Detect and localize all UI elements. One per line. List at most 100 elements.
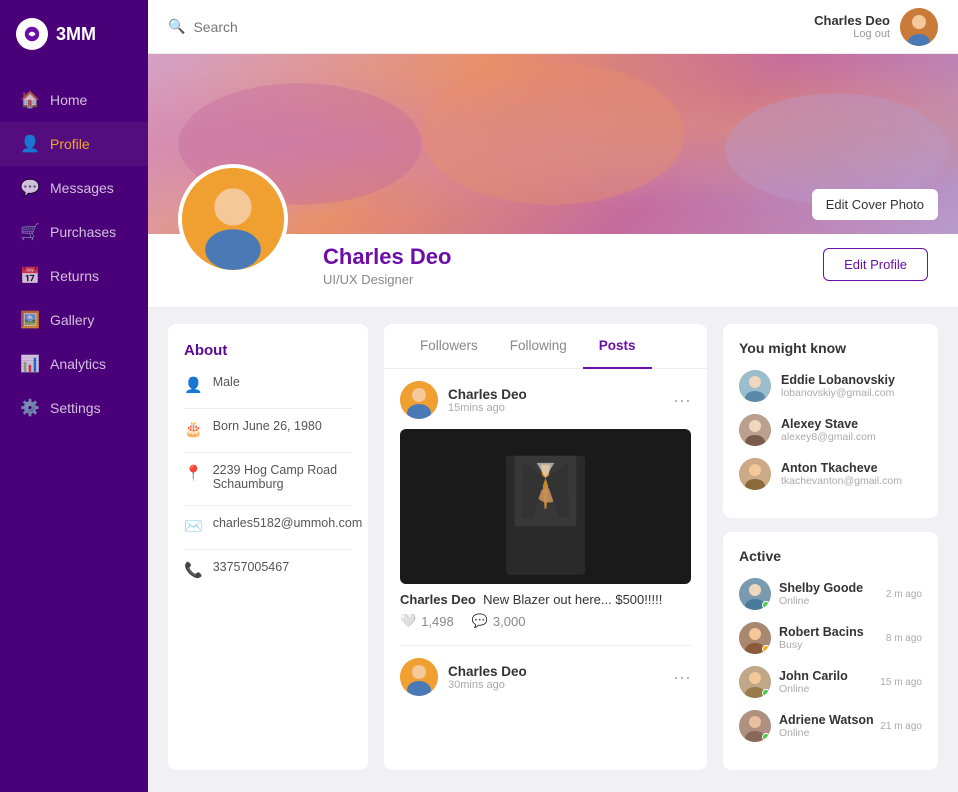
sidebar-label-purchases: Purchases [50, 224, 116, 240]
post-avatar-2 [400, 658, 438, 696]
profile-body: About 👤 Male 🎂 Born June 26, 1980 📍 2239… [148, 308, 958, 786]
sidebar-label-returns: Returns [50, 268, 99, 284]
suggest-info-2: Alexey Stave alexey8@gmail.com [781, 417, 876, 443]
you-might-know-card: You might know Eddie Lobanovskiy lobanov… [723, 324, 938, 518]
returns-icon: 📅 [20, 266, 38, 286]
active-name-1: Shelby Goode [779, 581, 863, 595]
active-status-3: Online [779, 683, 848, 695]
sidebar-item-home[interactable]: 🏠 Home [0, 78, 148, 122]
post-user-info: Charles Deo 15mins ago [400, 381, 527, 419]
about-gender-text: Male [213, 375, 240, 389]
about-gender: 👤 Male [184, 375, 352, 394]
profile-title: UI/UX Designer [323, 272, 451, 287]
edit-cover-photo-button[interactable]: Edit Cover Photo [812, 189, 938, 220]
suggest-avatar-1 [739, 370, 771, 402]
divider-3 [184, 505, 352, 506]
profile-area: Edit Cover Photo Charles Deo UI/UX Desig… [148, 54, 958, 786]
search-icon: 🔍 [168, 18, 185, 35]
suggest-name-2: Alexey Stave [781, 417, 876, 431]
suggest-email-2: alexey8@gmail.com [781, 431, 876, 443]
analytics-icon: 📊 [20, 354, 38, 374]
tab-posts[interactable]: Posts [583, 324, 652, 369]
logo-area: 3MM [0, 0, 148, 68]
post-user-info-2: Charles Deo 30mins ago [400, 658, 527, 696]
edit-profile-button[interactable]: Edit Profile [823, 248, 928, 281]
active-time-2: 8 m ago [886, 633, 922, 644]
sidebar-item-settings[interactable]: ⚙️ Settings [0, 386, 148, 430]
app-name: 3MM [56, 24, 96, 45]
active-avatar-1 [739, 578, 771, 610]
post-comments-1: 💬 3,000 [472, 613, 526, 629]
active-avatar-2 [739, 622, 771, 654]
phone-icon: 📞 [184, 561, 203, 579]
heart-icon: 🤍 [400, 613, 416, 629]
online-dot-3 [762, 689, 770, 697]
tab-followers[interactable]: Followers [404, 324, 494, 369]
sidebar-item-messages[interactable]: 💬 Messages [0, 166, 148, 210]
profile-avatar-wrap [178, 164, 288, 274]
about-title: About [184, 342, 352, 359]
active-left-4: Adriene Watson Online [739, 710, 874, 742]
sidebar-label-analytics: Analytics [50, 356, 106, 372]
profile-icon: 👤 [20, 134, 38, 154]
sidebar-item-returns[interactable]: 📅 Returns [0, 254, 148, 298]
birthday-icon: 🎂 [184, 420, 203, 438]
post-username-2: Charles Deo [448, 664, 527, 679]
post-likes-1: 🤍 1,498 [400, 613, 454, 629]
logout-link[interactable]: Log out [814, 28, 890, 40]
sidebar-item-purchases[interactable]: 🛒 Purchases [0, 210, 148, 254]
active-card: Active [723, 532, 938, 770]
profile-avatar [178, 164, 288, 274]
post-image-1 [400, 429, 691, 584]
suggest-name-1: Eddie Lobanovskiy [781, 373, 895, 387]
main-content: 🔍 Charles Deo Log out [148, 0, 958, 792]
about-email: ✉️ charles5182@ummoh.com [184, 516, 352, 535]
sidebar-item-analytics[interactable]: 📊 Analytics [0, 342, 148, 386]
active-left-2: Robert Bacins Busy [739, 622, 864, 654]
profile-name: Charles Deo [323, 244, 451, 270]
caption-author-1: Charles Deo [400, 592, 476, 607]
online-dot-1 [762, 601, 770, 609]
active-item-1: Shelby Goode Online 2 m ago [739, 578, 922, 610]
tab-following[interactable]: Following [494, 324, 583, 369]
suggest-avatar-2 [739, 414, 771, 446]
sidebar-label-gallery: Gallery [50, 312, 94, 328]
active-avatar-3 [739, 666, 771, 698]
about-card: About 👤 Male 🎂 Born June 26, 1980 📍 2239… [168, 324, 368, 770]
profile-info: Charles Deo UI/UX Designer [323, 234, 451, 287]
suggest-info-3: Anton Tkacheve tkachevanton@gmail.com [781, 461, 902, 487]
you-might-know-title: You might know [739, 340, 922, 356]
about-phone-text: 33757005467 [213, 560, 289, 574]
suggest-item-3: Anton Tkacheve tkachevanton@gmail.com [739, 458, 922, 490]
home-icon: 🏠 [20, 90, 38, 110]
active-avatar-4 [739, 710, 771, 742]
active-name-4: Adriene Watson [779, 713, 874, 727]
topbar: 🔍 Charles Deo Log out [148, 0, 958, 54]
about-birthday-text: Born June 26, 1980 [213, 419, 322, 433]
active-title: Active [739, 548, 922, 564]
profile-header: Charles Deo UI/UX Designer Edit Profile [148, 234, 958, 308]
about-email-text: charles5182@ummoh.com [213, 516, 363, 530]
post-more-1[interactable]: ··· [673, 390, 691, 411]
busy-dot-2 [762, 645, 770, 653]
tabs-row: Followers Following Posts [384, 324, 707, 369]
post-username-1: Charles Deo [448, 387, 527, 402]
gender-icon: 👤 [184, 376, 203, 394]
post-item: Charles Deo 15mins ago ··· [400, 381, 691, 629]
suggest-item-2: Alexey Stave alexey8@gmail.com [739, 414, 922, 446]
topbar-username: Charles Deo [814, 13, 890, 28]
post-header: Charles Deo 15mins ago ··· [400, 381, 691, 419]
logo-icon [16, 18, 48, 50]
post-item-2: Charles Deo 30mins ago ··· [400, 658, 691, 696]
active-item-2: Robert Bacins Busy 8 m ago [739, 622, 922, 654]
active-name-2: Robert Bacins [779, 625, 864, 639]
post-more-2[interactable]: ··· [673, 667, 691, 688]
sidebar-item-profile[interactable]: 👤 Profile [0, 122, 148, 166]
active-name-3: John Carilo [779, 669, 848, 683]
comment-icon: 💬 [472, 613, 488, 629]
sidebar-item-gallery[interactable]: 🖼️ Gallery [0, 298, 148, 342]
suggest-info-1: Eddie Lobanovskiy lobanovskiy@gmail.com [781, 373, 895, 399]
search-area: 🔍 [168, 18, 393, 35]
posts-list: Charles Deo 15mins ago ··· [384, 369, 707, 724]
search-input[interactable] [193, 19, 393, 35]
